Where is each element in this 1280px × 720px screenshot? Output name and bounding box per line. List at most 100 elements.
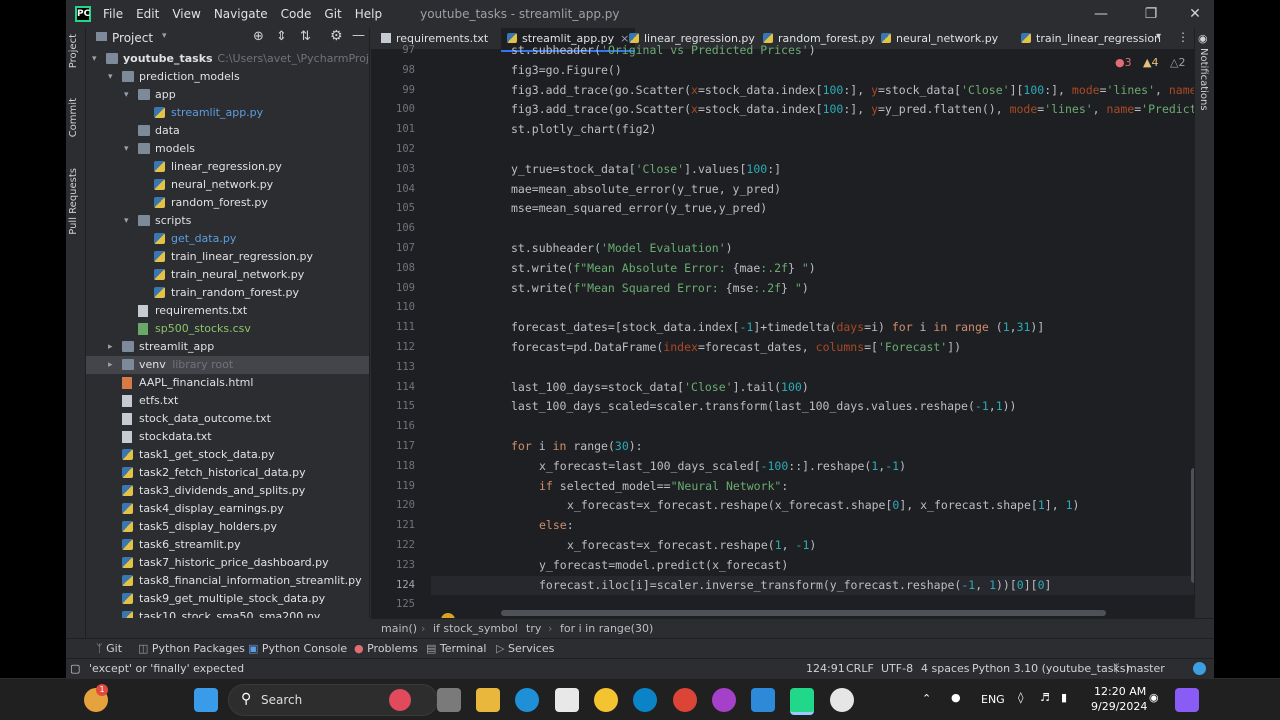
tree-file[interactable]: streamlit_app.py [86, 104, 369, 122]
code-line[interactable]: st.write(f"Mean Absolute Error: {mae:.2f… [431, 259, 816, 279]
tree-file[interactable]: requirements.txt [86, 302, 369, 320]
tree-file[interactable]: stock_data_outcome.txt [86, 410, 369, 428]
chevron-right-icon[interactable]: ▸ [108, 338, 113, 356]
breadcrumb-item[interactable]: if stock_symbol [433, 619, 518, 638]
tool-tab-project[interactable]: Project [68, 34, 79, 68]
tree-file[interactable]: task7_historic_price_dashboard.py [86, 554, 369, 572]
cortana-icon[interactable] [633, 688, 657, 712]
tree-file[interactable]: task6_streamlit.py [86, 536, 369, 554]
code-line[interactable]: st.subheader('Original vs Predicted Pric… [431, 41, 816, 61]
tree-file[interactable]: AAPL_financials.html [86, 374, 369, 392]
minimize-icon[interactable]: — [1078, 4, 1124, 24]
chevron-down-icon[interactable]: ▾ [162, 31, 167, 41]
code-line[interactable] [431, 140, 511, 160]
code-line[interactable]: st.subheader('Model Evaluation') [431, 239, 733, 259]
tab-train-linear-regression[interactable]: train_linear_regression [1015, 28, 1167, 50]
code-line[interactable]: mae=mean_absolute_error(y_true, y_pred) [431, 180, 781, 200]
tree-file[interactable]: sp500_stocks.csv [86, 320, 369, 338]
clock-date[interactable]: 9/29/2024 [1091, 700, 1147, 713]
chrome-canary-icon[interactable] [594, 688, 618, 712]
tree-folder[interactable]: ▾ youtube_tasks C:\Users\avet_\PycharmProj… [86, 50, 369, 68]
windows-start-icon[interactable] [194, 688, 218, 712]
tree-file[interactable]: etfs.txt [86, 392, 369, 410]
close-icon[interactable]: ✕ [1172, 4, 1214, 24]
more-icon[interactable]: ⋮ [1177, 30, 1189, 44]
tree-file[interactable]: neural_network.py [86, 176, 369, 194]
tree-file[interactable]: train_linear_regression.py [86, 248, 369, 266]
code-line[interactable] [431, 595, 511, 615]
bell-icon[interactable]: ◉ [1198, 32, 1210, 45]
update-icon[interactable] [1193, 662, 1206, 675]
tree-file[interactable]: stockdata.txt [86, 428, 369, 446]
python-interpreter[interactable]: Python 3.10 (youtube_tasks) [972, 659, 1130, 678]
tree-file[interactable]: get_data.py [86, 230, 369, 248]
edge-icon[interactable] [515, 688, 539, 712]
tree-file[interactable]: task5_display_holders.py [86, 518, 369, 536]
tree-folder[interactable]: ▾ scripts [86, 212, 369, 230]
file-explorer-icon[interactable] [476, 688, 500, 712]
code-area[interactable]: st.subheader('Original vs Predicted Pric… [431, 43, 1214, 618]
vscode-icon[interactable] [751, 688, 775, 712]
line-separator[interactable]: CRLF [846, 659, 874, 678]
tree-file[interactable]: task1_get_stock_data.py [86, 446, 369, 464]
chevron-down-icon[interactable]: ▾ [108, 68, 113, 86]
chevron-up-icon[interactable]: ⌃ [922, 692, 931, 705]
code-line[interactable] [431, 417, 511, 437]
code-line[interactable]: last_100_days=stock_data['Close'].tail(1… [431, 378, 809, 398]
notification-bell-icon[interactable]: ◉ [1149, 691, 1159, 704]
git-branch[interactable]: master [1126, 659, 1165, 678]
tree-file[interactable]: random_forest.py [86, 194, 369, 212]
indent-setting[interactable]: 4 spaces [921, 659, 970, 678]
wifi-icon[interactable]: ◊ [1018, 691, 1023, 704]
maximize-icon[interactable]: ❐ [1128, 4, 1174, 24]
tree-folder[interactable]: ▸ streamlit_app [86, 338, 369, 356]
pycharm-logo-icon[interactable]: PC [75, 6, 91, 22]
tool-terminal[interactable]: ▤ Terminal [426, 639, 486, 659]
tree-folder[interactable]: ▸ venv library root [86, 356, 369, 374]
code-line[interactable]: x_forecast=x_forecast.reshape(x_forecast… [431, 496, 1079, 516]
code-line[interactable] [431, 219, 511, 239]
code-line[interactable]: fig3.add_trace(go.Scatter(x=stock_data.i… [431, 100, 1214, 120]
microsoft-store-icon[interactable] [555, 688, 579, 712]
menu-navigate[interactable]: Navigate [214, 7, 268, 21]
tree-file[interactable]: task3_dividends_and_splits.py [86, 482, 369, 500]
collapse-all-icon[interactable]: ⇕ [276, 29, 287, 44]
code-line[interactable]: if selected_model=="Neural Network": [431, 477, 788, 497]
pycharm-taskbar-icon[interactable] [790, 688, 814, 715]
copilot-icon[interactable] [1175, 688, 1199, 712]
code-line[interactable] [431, 358, 511, 378]
tree-folder[interactable]: ▾ prediction_models [86, 68, 369, 86]
tree-file[interactable]: task10_stock_sma50_sma200.py [86, 608, 369, 618]
code-line[interactable]: fig3.add_trace(go.Scatter(x=stock_data.i… [431, 81, 1214, 101]
breadcrumb-item[interactable]: main() [381, 619, 417, 638]
tabs-dropdown-icon[interactable]: ▾ [1156, 31, 1161, 42]
chevron-down-icon[interactable]: ▾ [92, 50, 97, 68]
tree-file[interactable]: task4_display_earnings.py [86, 500, 369, 518]
tool-python-console[interactable]: ▣ Python Console [248, 639, 347, 659]
tool-git[interactable]: ᛉ Git [96, 639, 122, 659]
tree-file[interactable]: train_random_forest.py [86, 284, 369, 302]
tab-neural-network-py[interactable]: neural_network.py [875, 28, 1004, 50]
tree-file[interactable]: task9_get_multiple_stock_data.py [86, 590, 369, 608]
tree-file[interactable]: task8_financial_information_streamlit.py [86, 572, 369, 590]
clock-time[interactable]: 12:20 AM [1094, 685, 1146, 698]
task-view-icon[interactable] [437, 688, 461, 712]
code-line[interactable]: forecast_dates=[stock_data.index[-1]+tim… [431, 318, 1044, 338]
code-line[interactable]: forecast.iloc[i]=scaler.inverse_transfor… [431, 575, 1214, 596]
tool-tab-pull-requests[interactable]: Pull Requests [68, 168, 79, 235]
code-line[interactable]: st.plotly_chart(fig2) [431, 120, 656, 140]
code-line[interactable]: last_100_days_scaled=scaler.transform(la… [431, 397, 1016, 417]
crosshair-icon[interactable]: ⊕ [253, 29, 264, 44]
menu-help[interactable]: Help [355, 7, 382, 21]
editor-horizontal-scrollbar[interactable] [501, 610, 1106, 616]
tree-file[interactable]: train_neural_network.py [86, 266, 369, 284]
expand-all-icon[interactable]: ⇅ [300, 29, 311, 44]
project-panel-title[interactable]: Project [112, 31, 153, 45]
language-indicator[interactable]: ENG [981, 693, 1005, 706]
code-line[interactable]: x_forecast=x_forecast.reshape(1, -1) [431, 536, 816, 556]
file-encoding[interactable]: UTF-8 [881, 659, 913, 678]
obs-icon[interactable] [830, 688, 854, 712]
tool-tab-notifications[interactable]: Notifications [1198, 48, 1209, 111]
app-icon[interactable] [712, 688, 736, 712]
menu-file[interactable]: File [103, 7, 123, 21]
